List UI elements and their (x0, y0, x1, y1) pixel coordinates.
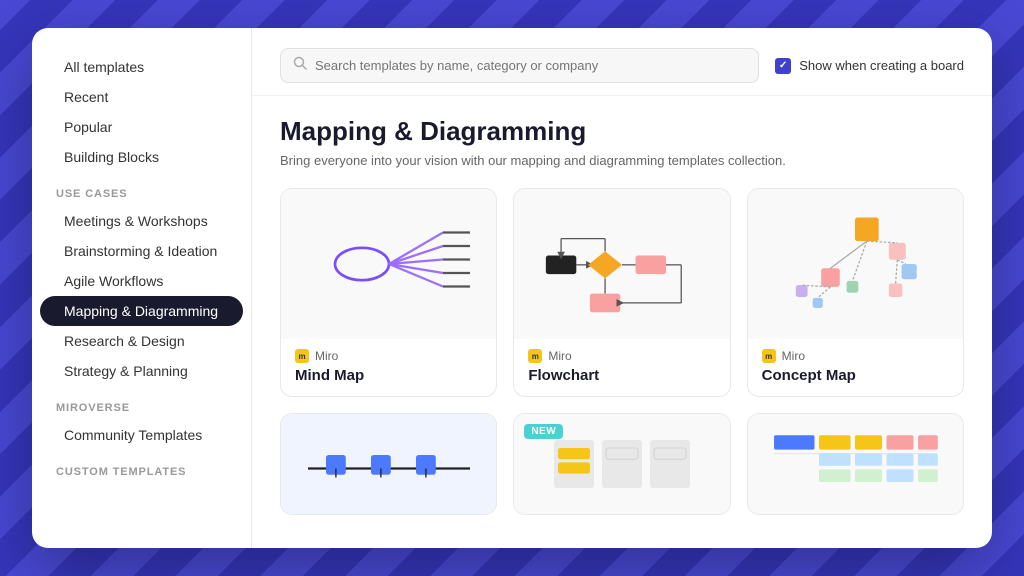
section-title: Mapping & Diagramming (280, 116, 964, 147)
sidebar-item-brainstorming[interactable]: Brainstorming & Ideation (40, 236, 243, 266)
main-body: Mapping & Diagramming Bring everyone int… (252, 96, 992, 548)
templates-grid: m Miro Mind Map (280, 188, 964, 515)
sidebar-item-popular[interactable]: Popular (40, 112, 243, 142)
miroverse-section-label: MIROVERSE (32, 386, 251, 420)
sidebar: All templates Recent Popular Building Bl… (32, 28, 252, 548)
template-author-mind-map: m Miro (295, 349, 482, 363)
template-info-mind-map: m Miro Mind Map (281, 339, 496, 396)
template-card-timeline[interactable] (280, 413, 497, 515)
template-card-concept-map[interactable]: m Miro Concept Map (747, 188, 964, 397)
template-info-flowchart: m Miro Flowchart (514, 339, 729, 396)
show-when-creating-checkbox[interactable] (775, 58, 791, 74)
custom-templates-label: CUSTOM TEMPLATES (32, 450, 251, 484)
show-when-creating-label: Show when creating a board (799, 58, 964, 73)
template-author-concept-map: m Miro (762, 349, 949, 363)
template-card-kanban[interactable]: NEW (513, 413, 730, 515)
use-cases-section-label: USE CASES (32, 172, 251, 206)
new-badge: NEW (524, 424, 563, 439)
sidebar-item-building-blocks[interactable]: Building Blocks (40, 142, 243, 172)
sidebar-item-mapping[interactable]: Mapping & Diagramming (40, 296, 243, 326)
template-author-flowchart: m Miro (528, 349, 715, 363)
sidebar-item-all-templates[interactable]: All templates (40, 52, 243, 82)
sidebar-item-strategy[interactable]: Strategy & Planning (40, 356, 243, 386)
template-card-table[interactable] (747, 413, 964, 515)
template-name-flowchart: Flowchart (528, 367, 715, 384)
template-preview-flowchart (514, 189, 729, 339)
sidebar-item-community[interactable]: Community Templates (40, 420, 243, 450)
main-content: Show when creating a board Mapping & Dia… (252, 28, 992, 548)
search-icon (293, 56, 307, 75)
sidebar-item-research[interactable]: Research & Design (40, 326, 243, 356)
template-preview-table (748, 414, 963, 514)
author-badge-2: m (528, 349, 542, 363)
template-preview-timeline (281, 414, 496, 514)
template-preview-concept-map (748, 189, 963, 339)
show-when-creating[interactable]: Show when creating a board (775, 58, 964, 74)
template-preview-kanban: NEW (514, 414, 729, 514)
sidebar-item-recent[interactable]: Recent (40, 82, 243, 112)
sidebar-item-agile[interactable]: Agile Workflows (40, 266, 243, 296)
template-preview-mind-map (281, 189, 496, 339)
template-card-mind-map[interactable]: m Miro Mind Map (280, 188, 497, 397)
search-input[interactable] (315, 58, 746, 73)
template-name-mind-map: Mind Map (295, 367, 482, 384)
search-wrapper[interactable] (280, 48, 759, 83)
modal-container: All templates Recent Popular Building Bl… (32, 28, 992, 548)
sidebar-top-items: All templates Recent Popular Building Bl… (32, 52, 251, 172)
template-name-concept-map: Concept Map (762, 367, 949, 384)
template-info-concept-map: m Miro Concept Map (748, 339, 963, 396)
sidebar-use-cases: Meetings & Workshops Brainstorming & Ide… (32, 206, 251, 386)
template-card-flowchart[interactable]: m Miro Flowchart (513, 188, 730, 397)
author-badge-3: m (762, 349, 776, 363)
section-desc: Bring everyone into your vision with our… (280, 153, 964, 168)
sidebar-item-meetings[interactable]: Meetings & Workshops (40, 206, 243, 236)
author-badge: m (295, 349, 309, 363)
main-header: Show when creating a board (252, 28, 992, 96)
